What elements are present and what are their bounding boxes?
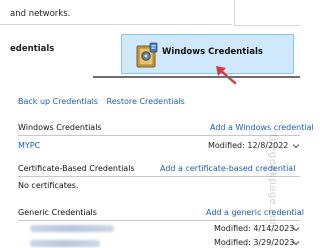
section-divider	[18, 135, 300, 136]
section-divider	[18, 176, 300, 177]
top-divider	[0, 24, 232, 25]
generic-credentials-heading: Generic Credentials	[18, 208, 97, 217]
no-certificates-text: No certificates.	[18, 181, 79, 190]
blurred-credential-name[interactable]	[30, 240, 100, 247]
windows-credentials-heading: Windows Credentials	[18, 123, 102, 132]
credential-entry-modified: Modified: 4/14/2023	[214, 224, 295, 233]
credential-vault-icon	[136, 42, 158, 68]
watermark: thegeekpage.com	[267, 134, 278, 232]
windows-credentials-tile-label: Windows Credentials	[162, 47, 263, 57]
horizontal-scrollbar[interactable]	[93, 76, 300, 78]
credential-actions: Back up Credentials Restore Credentials	[18, 97, 191, 106]
networks-text: and networks.	[10, 9, 71, 19]
chevron-down-icon[interactable]	[292, 142, 300, 150]
web-credentials-tile-label[interactable]: edentials	[10, 44, 54, 54]
blurred-credential-name[interactable]	[30, 225, 114, 232]
backup-credentials-link[interactable]: Back up Credentials	[18, 97, 98, 106]
credential-entry-modified: Modified: 3/29/2023	[214, 238, 295, 247]
restore-credentials-link[interactable]: Restore Credentials	[107, 97, 185, 106]
section-divider	[18, 220, 300, 221]
add-generic-credential-link[interactable]: Add a generic credential	[206, 208, 304, 217]
red-pointer-arrow-icon	[216, 66, 237, 85]
add-windows-credential-link[interactable]: Add a Windows credential	[210, 123, 314, 132]
chevron-down-icon[interactable]	[292, 239, 300, 247]
windows-credentials-tile[interactable]: Windows Credentials	[121, 34, 294, 74]
chevron-down-icon[interactable]	[292, 225, 300, 233]
credential-entry-name[interactable]: MYPC	[18, 141, 40, 150]
top-right-box	[234, 0, 301, 26]
certificate-credentials-heading: Certificate-Based Credentials	[18, 164, 135, 173]
